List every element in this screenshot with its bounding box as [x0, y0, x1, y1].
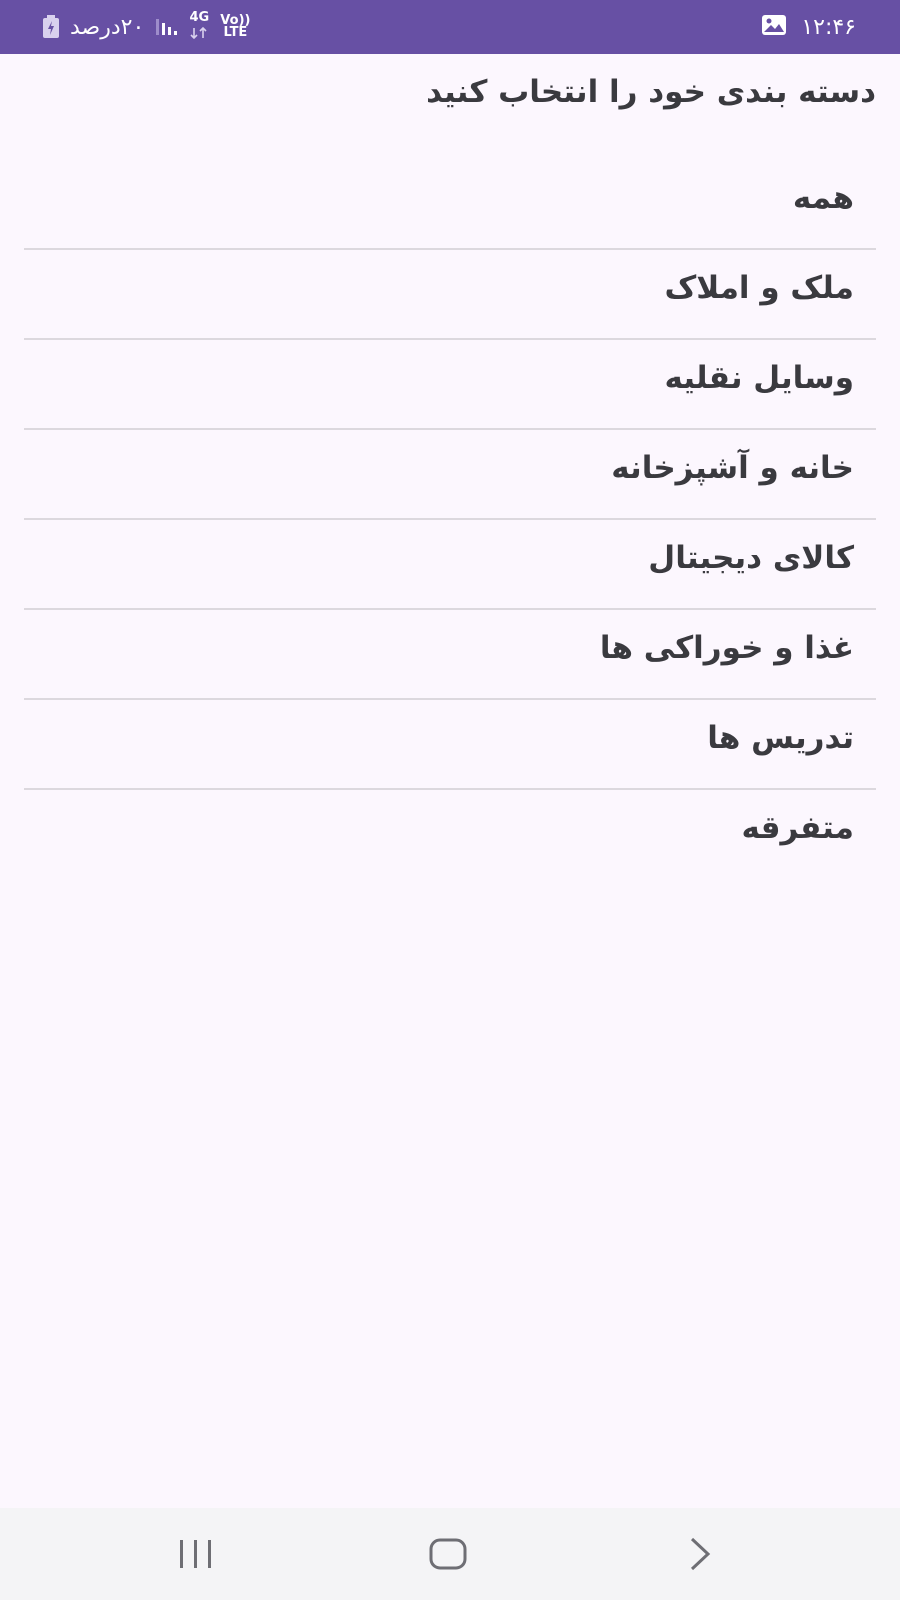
- status-bar: ۲۰درصد 4G Vo)) LTE ۱۲:۴۶: [0, 0, 900, 54]
- category-label: ملک و املاک: [664, 270, 854, 306]
- status-time: ۱۲:۴۶: [801, 14, 856, 40]
- category-label: غذا و خوراکی ها: [599, 630, 854, 666]
- category-label: متفرقه: [741, 810, 854, 846]
- category-label: تدریس ها: [707, 720, 854, 756]
- status-left-group: ۲۰درصد 4G Vo)) LTE: [42, 0, 250, 54]
- category-item-digital-goods[interactable]: کالای دیجیتال: [24, 520, 876, 610]
- category-list: همه ملک و املاک وسایل نقلیه خانه و آشپزخ…: [24, 160, 876, 878]
- network-type-label: 4G: [189, 9, 210, 25]
- back-button[interactable]: [640, 1508, 760, 1600]
- page-title: دسته بندی خود را انتخاب کنید: [426, 74, 876, 110]
- battery-percent: ۲۰درصد: [70, 14, 145, 40]
- category-item-real-estate[interactable]: ملک و املاک: [24, 250, 876, 340]
- home-icon: [429, 1538, 467, 1570]
- category-label: همه: [792, 180, 854, 216]
- status-right-group: ۱۲:۴۶: [761, 0, 856, 54]
- category-item-misc[interactable]: متفرقه: [24, 790, 876, 878]
- signal-icon: [154, 15, 178, 39]
- data-arrows-icon: [190, 26, 207, 39]
- category-item-tutoring[interactable]: تدریس ها: [24, 700, 876, 790]
- home-button[interactable]: [388, 1508, 508, 1600]
- volte-bottom-label: LTE: [223, 25, 248, 40]
- volte-icon: Vo)) LTE: [220, 14, 250, 40]
- network-type-icon: 4G: [188, 9, 210, 43]
- category-item-food[interactable]: غذا و خوراکی ها: [24, 610, 876, 700]
- category-item-all[interactable]: همه: [24, 160, 876, 250]
- recent-apps-button[interactable]: [136, 1508, 256, 1600]
- category-label: وسایل نقلیه: [664, 360, 854, 396]
- recent-apps-icon: [180, 1540, 211, 1568]
- category-label: خانه و آشپزخانه: [611, 450, 854, 486]
- system-nav-bar: [0, 1508, 900, 1600]
- category-item-home-kitchen[interactable]: خانه و آشپزخانه: [24, 430, 876, 520]
- back-icon: [690, 1537, 711, 1571]
- gallery-notification-icon: [761, 14, 787, 40]
- category-label: کالای دیجیتال: [648, 540, 854, 576]
- category-item-vehicles[interactable]: وسایل نقلیه: [24, 340, 876, 430]
- battery-icon: [42, 15, 60, 39]
